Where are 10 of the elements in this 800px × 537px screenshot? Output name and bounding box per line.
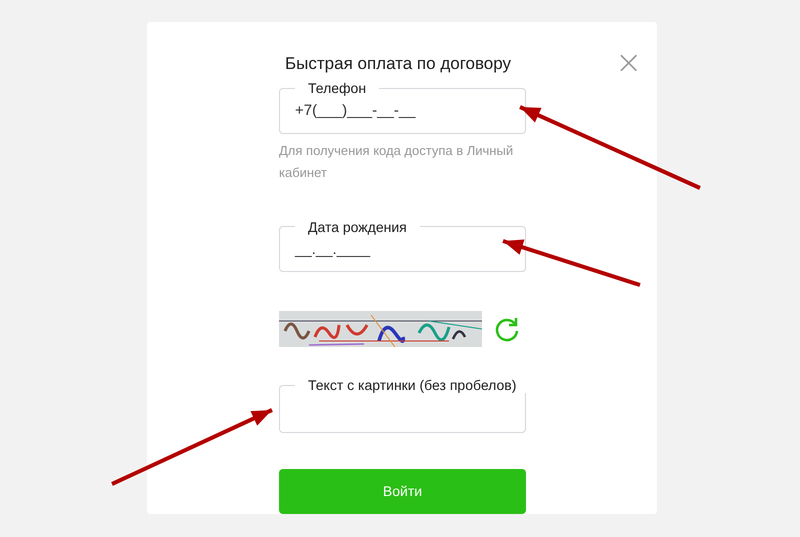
input-field[interactable]: Текст с картинки (без пробелов) [279,377,526,433]
dialog-title: Быстрая оплата по договору [285,54,512,74]
field-label: Телефон [307,80,368,96]
refresh-icon[interactable] [494,316,520,342]
field-value: +7(___)___-__-__ [295,102,416,119]
field-hint: Для получения кода доступа в Личный кабинет [279,142,514,182]
field-label: Текст с картинки (без пробелов) [307,377,518,394]
field-value: __.__.____ [295,240,370,258]
field-label: Дата рождения [307,218,408,235]
input-field[interactable]: Телефон +7(___)___-__-__ [279,80,526,134]
